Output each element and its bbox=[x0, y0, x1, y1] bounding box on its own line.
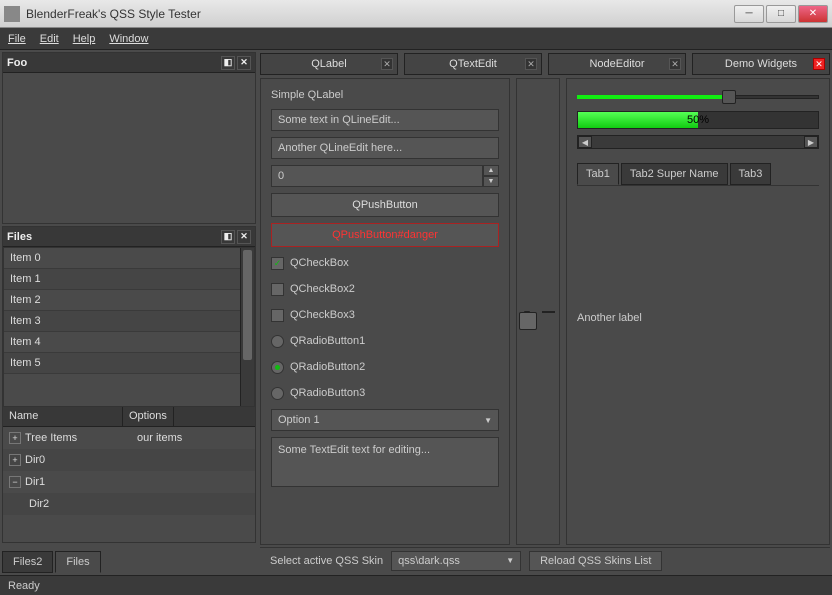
tree-row[interactable]: + Tree Items our items bbox=[3, 427, 255, 449]
another-label: Another label bbox=[577, 312, 819, 324]
form-panel: Simple QLabel Some text in QLineEdit... … bbox=[260, 78, 510, 545]
lineedit-2[interactable]: Another QLineEdit here... bbox=[271, 137, 499, 159]
minimize-button[interactable]: ─ bbox=[734, 5, 764, 23]
tree-row[interactable]: Dir2 bbox=[3, 493, 255, 515]
list-item[interactable]: Item 3 bbox=[4, 311, 254, 332]
window-titlebar: BlenderFreak's QSS Style Tester ─ □ ✕ bbox=[0, 0, 832, 28]
window-title: BlenderFreak's QSS Style Tester bbox=[26, 7, 734, 21]
bottom-bar: Select active QSS Skin qss\dark.qss▼ Rel… bbox=[260, 547, 830, 573]
subtab-1[interactable]: Tab1 bbox=[577, 163, 619, 185]
radio-icon bbox=[271, 387, 284, 400]
dock-files: Files ◧ ✕ Item 0 Item 1 Item 2 Item 3 It… bbox=[2, 226, 256, 543]
textedit[interactable]: Some TextEdit text for editing... bbox=[271, 437, 499, 487]
spin-up-icon[interactable]: ▲ bbox=[483, 165, 499, 176]
horizontal-slider[interactable] bbox=[577, 89, 819, 105]
menu-window[interactable]: Window bbox=[109, 33, 148, 45]
slider-thumb[interactable] bbox=[519, 312, 537, 330]
dock-close-icon[interactable]: ✕ bbox=[237, 56, 251, 70]
dock-foo-title: Foo bbox=[7, 57, 27, 69]
list-item[interactable]: Item 5 bbox=[4, 353, 254, 374]
dock-close-icon[interactable]: ✕ bbox=[237, 230, 251, 244]
checkbox-2[interactable]: QCheckBox2 bbox=[271, 279, 499, 299]
tree-row[interactable]: − Dir1 bbox=[3, 471, 255, 493]
checkbox-icon bbox=[271, 309, 284, 322]
menu-help[interactable]: Help bbox=[73, 33, 96, 45]
lineedit-1[interactable]: Some text in QLineEdit... bbox=[271, 109, 499, 131]
tab-close-icon[interactable]: ✕ bbox=[525, 58, 537, 70]
tree-col-name[interactable]: Name bbox=[3, 407, 123, 426]
radio-3[interactable]: QRadioButton3 bbox=[271, 383, 499, 403]
spinbox[interactable]: 0 ▲▼ bbox=[271, 165, 499, 187]
tree-row[interactable]: + Dir0 bbox=[3, 449, 255, 471]
sub-tabs: Tab1 Tab2 Super Name Tab3 bbox=[577, 163, 819, 186]
combobox[interactable]: Option 1▼ bbox=[271, 409, 499, 431]
progress-bar: 50% bbox=[577, 111, 819, 129]
tab-close-icon[interactable]: ✕ bbox=[813, 58, 825, 70]
radio-icon bbox=[271, 361, 284, 374]
list-scrollbar[interactable] bbox=[240, 248, 254, 406]
dock-float-icon[interactable]: ◧ bbox=[221, 230, 235, 244]
status-bar: Ready bbox=[0, 575, 832, 595]
reload-skins-button[interactable]: Reload QSS Skins List bbox=[529, 551, 662, 571]
scroll-right-icon[interactable]: ▶ bbox=[804, 136, 818, 148]
tab-close-icon[interactable]: ✕ bbox=[669, 58, 681, 70]
checkbox-1[interactable]: ✓QCheckBox bbox=[271, 253, 499, 273]
list-item[interactable]: Item 1 bbox=[4, 269, 254, 290]
radio-1[interactable]: QRadioButton1 bbox=[271, 331, 499, 351]
vertical-slider[interactable] bbox=[524, 311, 530, 313]
subtab-2[interactable]: Tab2 Super Name bbox=[621, 163, 728, 185]
tab-nodeeditor[interactable]: NodeEditor✕ bbox=[548, 53, 686, 75]
list-item[interactable]: Item 0 bbox=[4, 248, 254, 269]
tab-qtextedit[interactable]: QTextEdit✕ bbox=[404, 53, 542, 75]
tree-toggle-icon[interactable]: − bbox=[9, 476, 21, 488]
checkbox-icon: ✓ bbox=[271, 257, 284, 270]
menu-file[interactable]: File bbox=[8, 33, 26, 45]
main-tabstrip: QLabel✕ QTextEdit✕ NodeEditor✕ Demo Widg… bbox=[260, 52, 830, 76]
chevron-down-icon: ▼ bbox=[506, 556, 514, 565]
list-item[interactable]: Item 4 bbox=[4, 332, 254, 353]
menubar: File Edit Help Window bbox=[0, 28, 832, 50]
radio-2[interactable]: QRadioButton2 bbox=[271, 357, 499, 377]
checkbox-3[interactable]: QCheckBox3 bbox=[271, 305, 499, 325]
slider-panel bbox=[516, 78, 560, 545]
dock-files-title: Files bbox=[7, 231, 32, 243]
app-icon bbox=[4, 6, 20, 22]
list-item[interactable]: Item 2 bbox=[4, 290, 254, 311]
skin-label: Select active QSS Skin bbox=[270, 555, 383, 567]
tab-files2[interactable]: Files2 bbox=[2, 551, 53, 573]
tree-header: Name Options bbox=[3, 407, 255, 427]
status-text: Ready bbox=[8, 580, 40, 592]
radio-icon bbox=[271, 335, 284, 348]
checkbox-icon bbox=[271, 283, 284, 296]
tree-col-options[interactable]: Options bbox=[123, 407, 174, 426]
dock-float-icon[interactable]: ◧ bbox=[221, 56, 235, 70]
vertical-scrollbar[interactable] bbox=[542, 311, 555, 313]
tree-toggle-icon[interactable]: + bbox=[9, 432, 21, 444]
pushbutton-danger[interactable]: QPushButton#danger bbox=[271, 223, 499, 247]
subtab-3[interactable]: Tab3 bbox=[730, 163, 772, 185]
tab-files[interactable]: Files bbox=[55, 551, 100, 573]
demo-panel: 50% ◀ ▶ Tab1 Tab2 Super Name Tab3 Anothe… bbox=[566, 78, 830, 545]
tree-view[interactable]: + Tree Items our items + Dir0 − Dir1 Dir… bbox=[3, 427, 255, 515]
tree-toggle-icon[interactable]: + bbox=[9, 454, 21, 466]
scroll-left-icon[interactable]: ◀ bbox=[578, 136, 592, 148]
left-bottom-tabs: Files2 Files bbox=[2, 549, 256, 573]
maximize-button[interactable]: □ bbox=[766, 5, 796, 23]
pushbutton[interactable]: QPushButton bbox=[271, 193, 499, 217]
chevron-down-icon: ▼ bbox=[484, 416, 492, 425]
tab-demo-widgets[interactable]: Demo Widgets✕ bbox=[692, 53, 830, 75]
skin-combobox[interactable]: qss\dark.qss▼ bbox=[391, 551, 521, 571]
tab-qlabel[interactable]: QLabel✕ bbox=[260, 53, 398, 75]
tab-close-icon[interactable]: ✕ bbox=[381, 58, 393, 70]
slider-thumb[interactable] bbox=[722, 90, 736, 104]
menu-edit[interactable]: Edit bbox=[40, 33, 59, 45]
horizontal-scrollbar[interactable]: ◀ ▶ bbox=[577, 135, 819, 149]
spin-down-icon[interactable]: ▼ bbox=[483, 176, 499, 187]
files-listbox[interactable]: Item 0 Item 1 Item 2 Item 3 Item 4 Item … bbox=[3, 247, 255, 407]
dock-foo: Foo ◧ ✕ bbox=[2, 52, 256, 224]
simple-qlabel: Simple QLabel bbox=[271, 89, 499, 101]
close-button[interactable]: ✕ bbox=[798, 5, 828, 23]
